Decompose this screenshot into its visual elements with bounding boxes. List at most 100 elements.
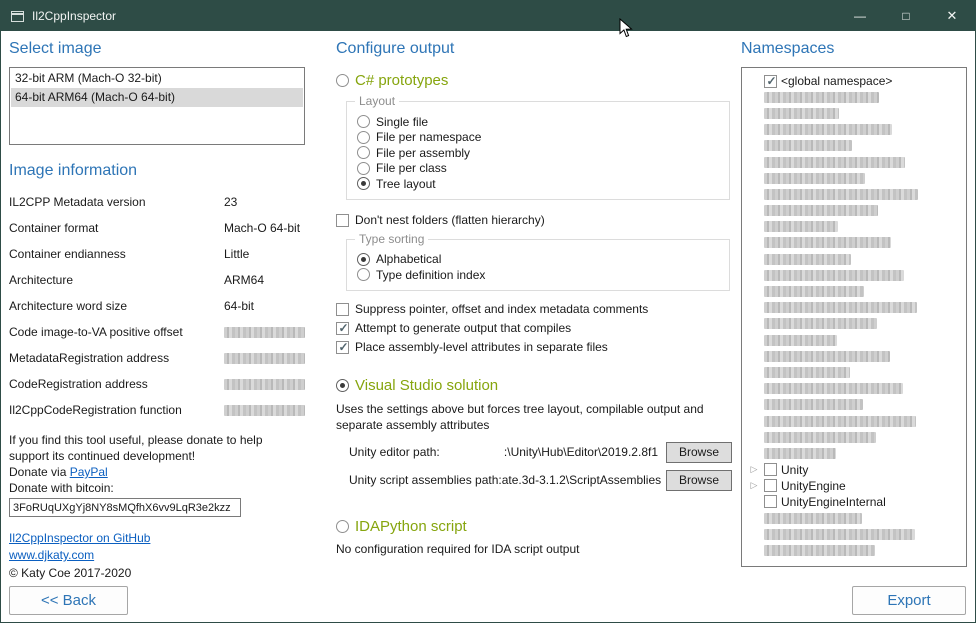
redacted-namespace — [764, 108, 839, 119]
app-window: Il2CppInspector — □ ✕ Select image 32-bi… — [0, 0, 976, 623]
namespaces-panel: Namespaces <global namespace>▷Unity▷Unit… — [741, 39, 967, 567]
configure-output-panel: Configure output C# prototypes Layout Si… — [336, 39, 732, 556]
redacted-namespace — [764, 302, 917, 313]
radio-icon — [336, 520, 349, 533]
bitcoin-label: Donate with bitcoin: — [9, 480, 305, 496]
radio-option[interactable]: Type definition index — [357, 267, 721, 283]
left-panel: Select image 32-bit ARM (Mach-O 32-bit)6… — [9, 39, 305, 582]
namespace-row-redacted — [748, 397, 966, 413]
namespace-row[interactable]: ▷Unity — [748, 462, 966, 478]
namespace-row-redacted — [748, 283, 966, 299]
path-value: :\Unity\Hub\Editor\2019.2.8f1 — [440, 445, 666, 459]
redacted-namespace — [764, 140, 852, 151]
namespace-row-redacted — [748, 526, 966, 542]
radio-option[interactable]: File per namespace — [357, 130, 721, 146]
radio-option[interactable]: File per class — [357, 161, 721, 177]
export-button[interactable]: Export — [852, 586, 966, 615]
paypal-line: Donate via PayPal — [9, 464, 305, 480]
maximize-button[interactable]: □ — [883, 1, 929, 31]
path-value: ate.3d-3.1.2\ScriptAssemblies — [502, 473, 666, 487]
radio-option[interactable]: Single file — [357, 114, 721, 130]
redacted-namespace — [764, 351, 890, 362]
namespace-row[interactable]: ▷UnityEngine — [748, 478, 966, 494]
website-link[interactable]: www.djkaty.com — [9, 547, 305, 564]
redacted-namespace — [764, 286, 864, 297]
idapython-description: No configuration required for IDA script… — [336, 542, 732, 556]
radio-icon — [357, 268, 370, 281]
close-button[interactable]: ✕ — [929, 1, 975, 31]
redacted-namespace — [764, 529, 915, 540]
flatten-hierarchy-checkbox[interactable]: Don't nest folders (flatten hierarchy) — [336, 213, 732, 227]
redacted-namespace — [764, 448, 836, 459]
redacted-namespace — [764, 221, 838, 232]
radio-icon — [336, 74, 349, 87]
unity-path-fields: Unity editor path::\Unity\Hub\Editor\201… — [349, 442, 732, 491]
redacted-namespace — [764, 367, 850, 378]
redacted-namespace — [764, 254, 851, 265]
redacted-value — [224, 379, 305, 390]
radio-option[interactable]: File per assembly — [357, 145, 721, 161]
namespace-row-redacted — [748, 251, 966, 267]
info-row: CodeRegistration address — [9, 371, 305, 397]
select-image-heading: Select image — [9, 39, 305, 59]
csharp-option-checkboxes: Suppress pointer, offset and index metad… — [336, 302, 732, 354]
csharp-prototypes-label: C# prototypes — [355, 72, 448, 89]
radio-option[interactable]: Tree layout — [357, 176, 721, 192]
radio-option[interactable]: Alphabetical — [357, 252, 721, 268]
browse-button[interactable]: Browse — [666, 442, 732, 463]
image-information-table: IL2CPP Metadata version23Container forma… — [9, 189, 305, 423]
namespace-checkbox[interactable] — [764, 479, 777, 492]
namespace-row-redacted — [748, 381, 966, 397]
namespace-checkbox[interactable] — [764, 495, 777, 508]
redacted-namespace — [764, 383, 903, 394]
redacted-namespace — [764, 545, 875, 556]
idapython-script-radio[interactable]: IDAPython script — [336, 518, 732, 535]
type-sorting-group-label: Type sorting — [355, 232, 428, 246]
namespaces-heading: Namespaces — [741, 39, 967, 59]
option-checkbox[interactable]: Place assembly-level attributes in separ… — [336, 340, 732, 354]
minimize-button[interactable]: — — [837, 1, 883, 31]
namespace-checkbox[interactable] — [764, 75, 777, 88]
back-button[interactable]: << Back — [9, 586, 128, 615]
radio-icon — [357, 146, 370, 159]
csharp-prototypes-radio[interactable]: C# prototypes — [336, 72, 732, 89]
expander-icon[interactable]: ▷ — [748, 463, 760, 476]
expander-icon[interactable]: ▷ — [748, 479, 760, 492]
visual-studio-description: Uses the settings above but forces tree … — [336, 401, 724, 433]
info-row: Architecture word size64-bit — [9, 293, 305, 319]
paypal-link[interactable]: PayPal — [70, 465, 108, 479]
checkbox-icon — [336, 214, 349, 227]
namespaces-tree[interactable]: <global namespace> ▷Unity▷UnityEngineUnit… — [741, 67, 967, 567]
namespace-row[interactable]: UnityEngineInternal — [748, 494, 966, 510]
type-sorting-groupbox: Type sorting AlphabeticalType definition… — [346, 239, 730, 291]
namespace-row-redacted — [748, 267, 966, 283]
redacted-namespace — [764, 189, 918, 200]
image-list-item[interactable]: 32-bit ARM (Mach-O 32-bit) — [11, 69, 303, 88]
namespace-row-redacted — [748, 89, 966, 105]
redacted-value — [224, 405, 305, 416]
option-checkbox[interactable]: Suppress pointer, offset and index metad… — [336, 302, 732, 316]
browse-button[interactable]: Browse — [666, 470, 732, 491]
option-checkbox[interactable]: Attempt to generate output that compiles — [336, 321, 732, 335]
configure-output-heading: Configure output — [336, 39, 732, 59]
checkbox-icon — [336, 341, 349, 354]
visual-studio-solution-label: Visual Studio solution — [355, 377, 498, 394]
namespace-row-redacted — [748, 203, 966, 219]
layout-options: Single fileFile per namespaceFile per as… — [355, 114, 721, 192]
namespace-row-redacted — [748, 300, 966, 316]
namespace-checkbox[interactable] — [764, 463, 777, 476]
bitcoin-address-input[interactable] — [9, 498, 241, 517]
image-list-item[interactable]: 64-bit ARM64 (Mach-O 64-bit) — [11, 88, 303, 107]
type-sorting-options: AlphabeticalType definition index — [355, 252, 721, 283]
links-block: Il2CppInspector on GitHub www.djkaty.com… — [9, 530, 305, 582]
visual-studio-solution-radio[interactable]: Visual Studio solution — [336, 377, 732, 394]
image-listbox[interactable]: 32-bit ARM (Mach-O 32-bit)64-bit ARM64 (… — [9, 67, 305, 145]
radio-icon — [357, 253, 370, 266]
github-link[interactable]: Il2CppInspector on GitHub — [9, 530, 305, 547]
namespace-row-redacted — [748, 105, 966, 121]
namespace-row[interactable]: <global namespace> — [748, 73, 966, 89]
idapython-script-label: IDAPython script — [355, 518, 467, 535]
image-information-heading: Image information — [9, 161, 305, 181]
checkbox-icon — [336, 322, 349, 335]
namespace-row-redacted — [748, 316, 966, 332]
